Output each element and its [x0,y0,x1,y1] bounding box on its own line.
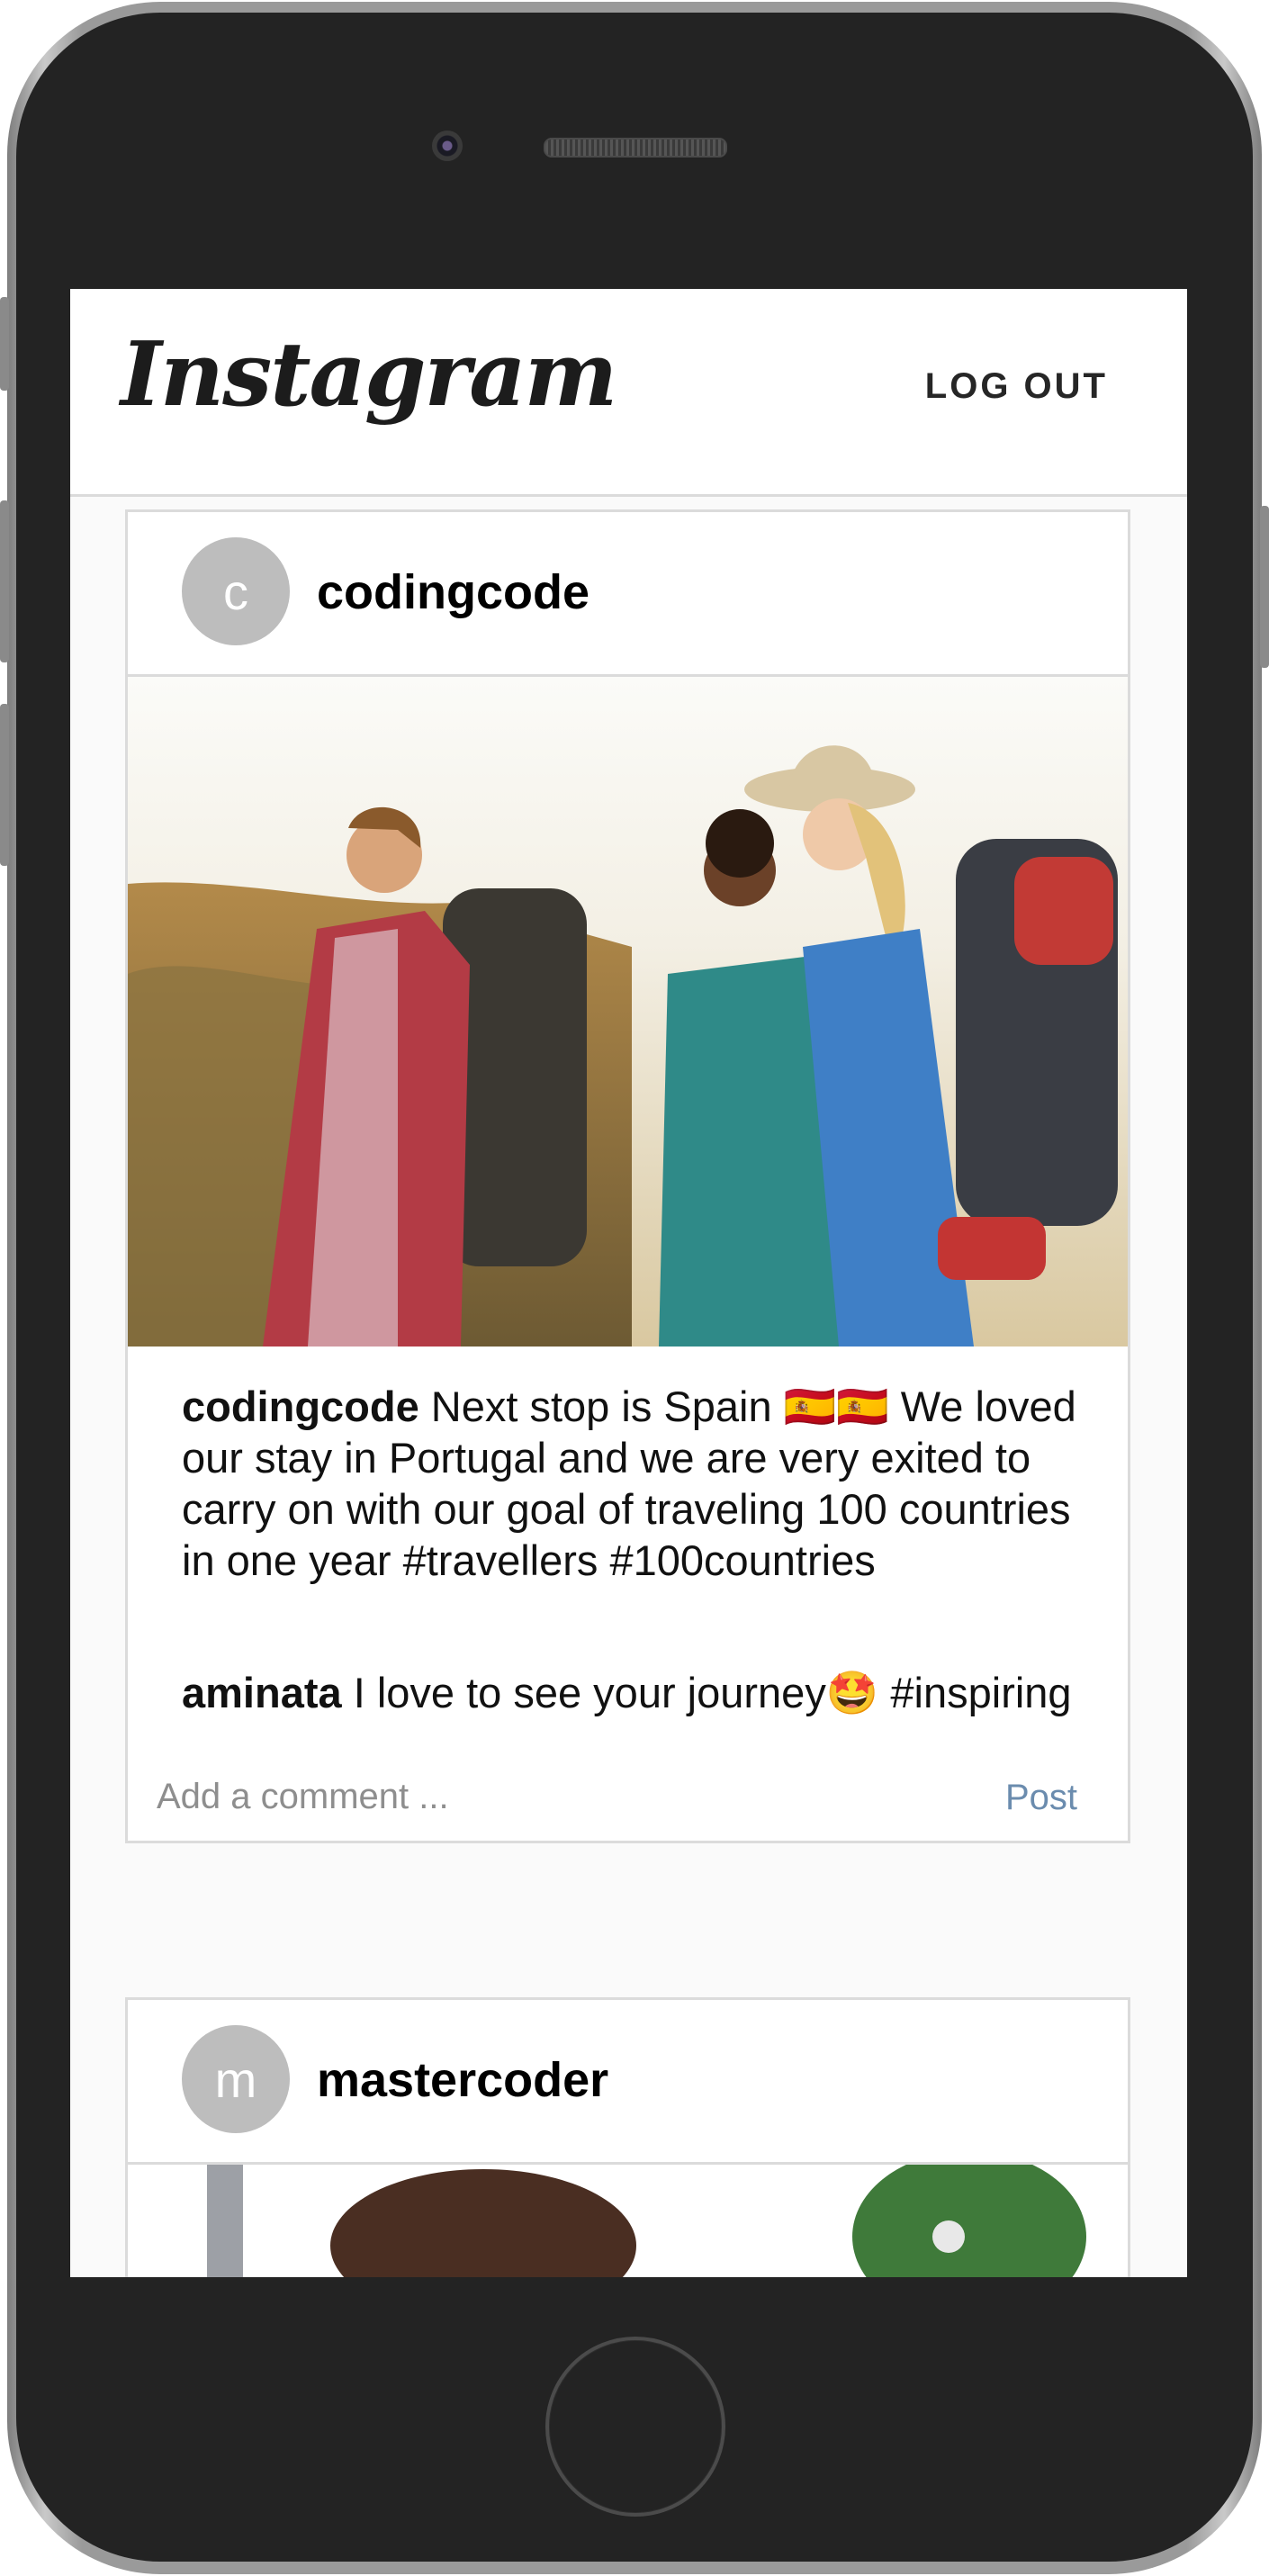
post-comment-button[interactable]: Post [1005,1778,1077,1818]
portrait-photo-icon[interactable] [128,2165,1128,2277]
volume-down-button [0,704,9,866]
avatar[interactable]: m [182,2025,290,2133]
post-image-svg [128,677,1128,1347]
travellers-photo-icon[interactable] [128,677,1128,1347]
comment-input[interactable] [155,1769,950,1824]
phone-screen: Instagram LOG OUT c codingcode codingcod… [70,289,1187,2277]
post-header: c codingcode [128,512,1128,677]
caption-username[interactable]: codingcode [182,1383,419,1430]
volume-up-button [0,500,9,662]
power-button [1260,506,1269,668]
post-username[interactable]: codingcode [317,564,590,620]
post-caption: codingcode Next stop is Spain 🇪🇸🇪🇸 We lo… [128,1381,1128,1586]
comment: aminata I love to see your journey🤩 #ins… [128,1667,1128,1718]
front-camera-icon [432,131,463,161]
post-image-svg [128,2165,1128,2277]
instagram-logo[interactable]: Instagram [121,323,617,427]
post-card: m mastercoder [125,1997,1130,2277]
mute-switch [0,297,9,391]
app-header: Instagram LOG OUT [70,289,1187,497]
post-header: m mastercoder [128,2000,1128,2165]
post-card: c codingcode codingcode Next stop is Spa… [125,509,1130,1843]
home-button[interactable] [545,2337,725,2517]
comment-text: I love to see your journey🤩 #inspiring [341,1669,1072,1716]
avatar[interactable]: c [182,537,290,645]
logout-button[interactable]: LOG OUT [925,366,1108,407]
post-username[interactable]: mastercoder [317,2052,608,2108]
earpiece-speaker [544,138,727,158]
comment-form: Post [128,1751,1128,1841]
comment-username[interactable]: aminata [182,1669,342,1716]
